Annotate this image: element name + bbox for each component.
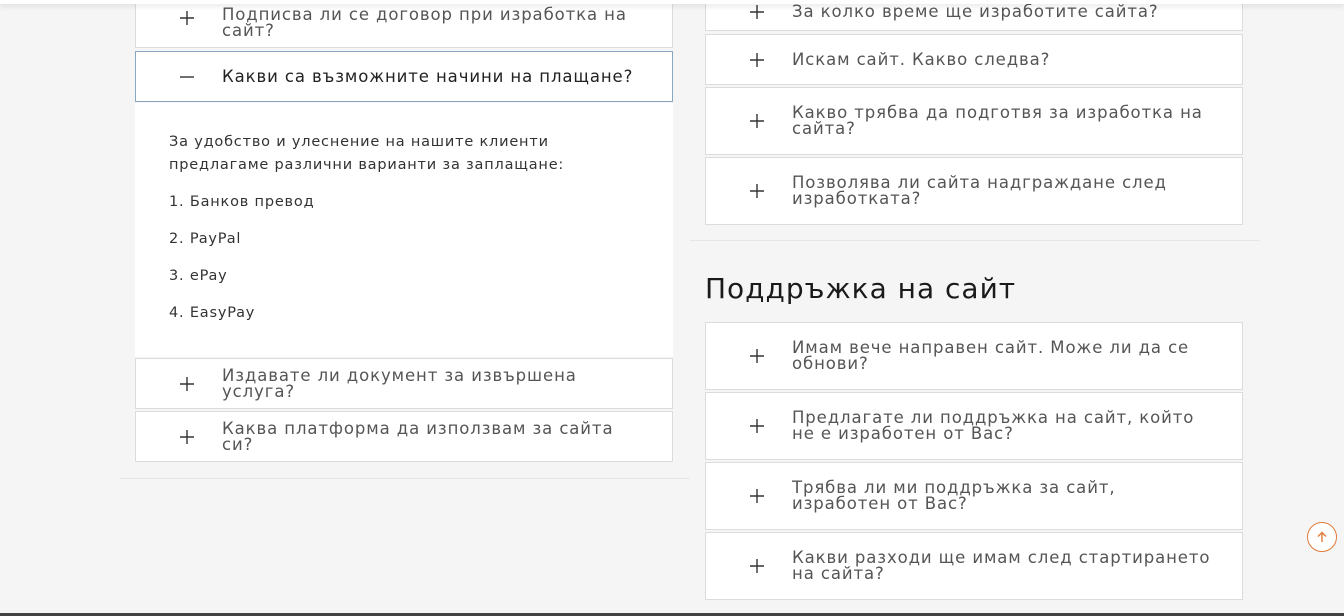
plus-icon: [746, 4, 768, 19]
plus-icon: [746, 184, 768, 198]
plus-icon: [746, 52, 768, 67]
faq-question: Имам вече направен сайт. Може ли да се о…: [792, 338, 1190, 373]
plus-icon: [746, 114, 768, 128]
payment-option: 4. EasyPay: [169, 305, 256, 321]
faq-item-contract[interactable]: Подписва ли се договор при изработка на …: [135, 0, 673, 48]
faq-question: Какви разходи ще имам след стартирането …: [792, 548, 1211, 583]
faq-item-invoice[interactable]: Издавате ли документ за извършена услуга…: [135, 358, 673, 409]
faq-item-update-site[interactable]: Имам вече направен сайт. Може ли да се о…: [705, 322, 1243, 390]
faq-question: Каква платформа да използвам за сайта си…: [222, 418, 614, 454]
section-title: Поддръжка на сайт: [705, 272, 1017, 305]
plus-icon: [746, 559, 768, 573]
faq-question: Какво трябва да подготвя за изработка на…: [792, 103, 1203, 138]
faq-item-own-support[interactable]: Трябва ли ми поддръжка за сайт, изработе…: [705, 462, 1243, 530]
payment-option: 3. ePay: [169, 268, 228, 284]
header-bar: [0, 0, 1344, 4]
plus-icon: [746, 419, 768, 433]
faq-question: За колко време ще изработите сайта?: [792, 1, 1159, 21]
faq-item-external-support[interactable]: Предлагате ли поддръжка на сайт, който н…: [705, 392, 1243, 460]
faq-question: Предлагате ли поддръжка на сайт, който н…: [792, 408, 1195, 443]
faq-question: Трябва ли ми поддръжка за сайт, изработе…: [792, 478, 1116, 513]
arrow-up-icon: [1316, 531, 1328, 543]
section-divider: [690, 240, 1260, 241]
answer-intro: За удобство и улеснение на нашите клиент…: [169, 134, 565, 173]
plus-icon: [176, 376, 198, 391]
faq-item-platform[interactable]: Каква платформа да използвам за сайта си…: [135, 411, 673, 462]
faq-question: Позволява ли сайта надграждане след изра…: [792, 173, 1167, 208]
faq-item-next-steps[interactable]: Искам сайт. Какво следва?: [705, 34, 1243, 85]
payment-option: 2. PayPal: [169, 231, 242, 247]
left-faq-column: Подписва ли се договор при изработка на …: [120, 0, 690, 479]
faq-answer-payment: За удобство и улеснение на нашите клиент…: [135, 103, 673, 357]
scroll-to-top-button[interactable]: [1307, 522, 1337, 552]
faq-item-costs[interactable]: Какви разходи ще имам след стартирането …: [705, 532, 1243, 600]
plus-icon: [746, 489, 768, 503]
faq-question: Какви са възможните начини на плащане?: [222, 66, 634, 86]
faq-question: Издавате ли документ за извършена услуга…: [222, 365, 577, 401]
faq-item-payment[interactable]: Какви са възможните начини на плащане?: [135, 51, 673, 102]
right-faq-column: За колко време ще изработите сайта? Иска…: [690, 0, 1260, 616]
faq-item-upgrade[interactable]: Позволява ли сайта надграждане след изра…: [705, 157, 1243, 225]
faq-question: Искам сайт. Какво следва?: [792, 49, 1051, 69]
plus-icon: [746, 349, 768, 363]
payment-option: 1. Банков превод: [169, 194, 315, 210]
faq-item-prepare[interactable]: Какво трябва да подготвя за изработка на…: [705, 87, 1243, 155]
plus-icon: [176, 429, 198, 444]
minus-icon: [176, 70, 198, 84]
faq-item-duration[interactable]: За колко време ще изработите сайта?: [705, 0, 1243, 31]
faq-question: Подписва ли се договор при изработка на …: [222, 5, 627, 40]
plus-icon: [176, 11, 198, 25]
